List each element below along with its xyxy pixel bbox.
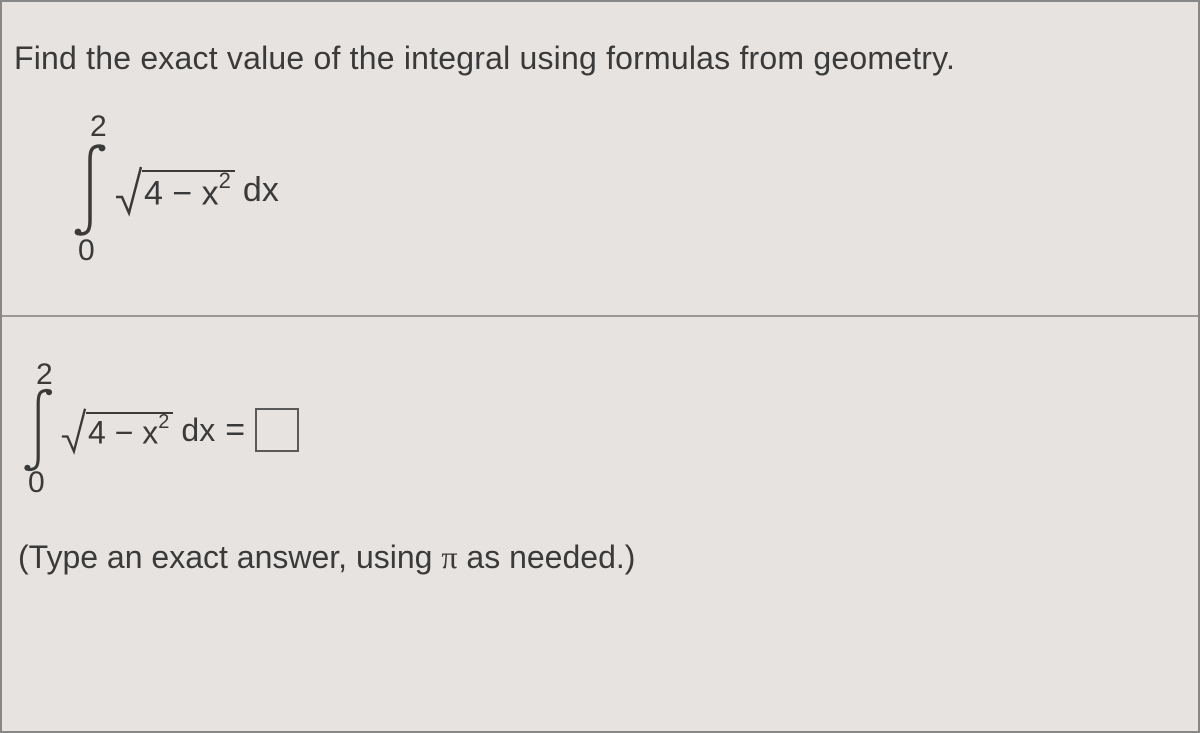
- radicand-var: x: [142, 414, 158, 450]
- equals-sign: =: [225, 411, 245, 450]
- radicand-const: 4: [88, 414, 106, 450]
- radicand: 4 − x2: [142, 170, 235, 210]
- lower-limit: 0: [28, 466, 45, 500]
- radicand-exp: 2: [219, 168, 231, 193]
- radicand-var: x: [202, 174, 219, 212]
- sqrt-expression: 4 − x2: [60, 405, 173, 455]
- hint-prefix: (Type an exact answer, using: [18, 539, 441, 575]
- differential: dx: [243, 171, 279, 210]
- integral-sign-icon: [72, 140, 112, 240]
- answer-input[interactable]: [255, 408, 299, 452]
- integral-sign-icon: [22, 384, 58, 476]
- sqrt-icon: [114, 163, 142, 217]
- upper-limit: 2: [90, 110, 107, 144]
- sqrt-expression: 4 − x2: [114, 163, 235, 217]
- lower-limit: 0: [78, 234, 95, 268]
- problem-text: Find the exact value of the integral usi…: [2, 2, 1198, 93]
- hint-text: (Type an exact answer, using π as needed…: [18, 539, 1198, 576]
- sqrt-icon: [60, 405, 86, 455]
- hint-suffix: as needed.): [458, 539, 636, 575]
- differential: dx: [181, 412, 215, 449]
- pi-symbol: π: [441, 539, 457, 575]
- radicand: 4 − x2: [86, 412, 173, 449]
- radicand-exp: 2: [158, 411, 169, 433]
- integral-expression-top: 2 0 4 − x2 dx: [72, 105, 1198, 275]
- integral-expression-answer: 2 0 4 − x2: [22, 355, 1198, 505]
- radicand-const: 4: [144, 174, 163, 212]
- upper-limit: 2: [36, 358, 53, 392]
